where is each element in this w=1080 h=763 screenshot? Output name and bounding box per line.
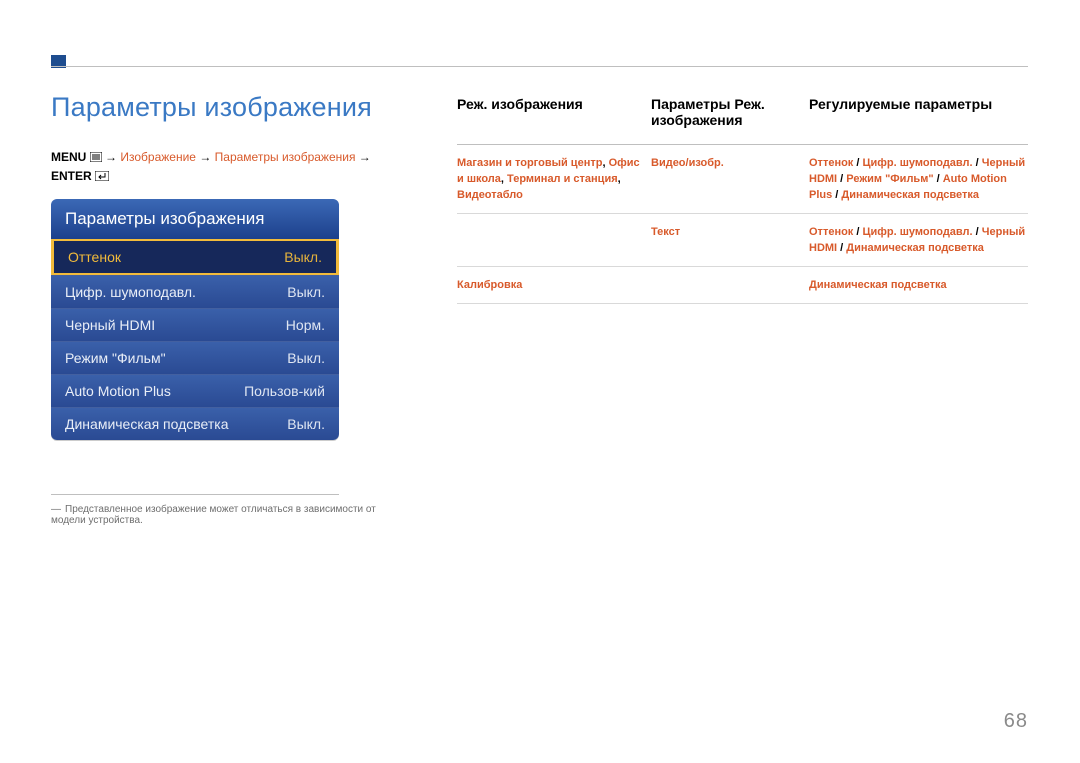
- footnote-dash: ―: [51, 504, 61, 515]
- osd-row-value: Выкл.: [287, 416, 325, 432]
- osd-header: Параметры изображения: [51, 199, 339, 239]
- footnote-rule: [51, 494, 339, 495]
- osd-row[interactable]: Цифр. шумоподавл. Выкл.: [51, 275, 339, 308]
- osd-row-value: Пользов-кий: [244, 383, 325, 399]
- osd-row-value: Норм.: [286, 317, 325, 333]
- header-rule: [51, 66, 1028, 67]
- table-cell-mode: Калибровка: [457, 277, 651, 293]
- osd-row[interactable]: Оттенок Выкл.: [51, 239, 339, 275]
- table-header-adjustable: Регулируемые параметры: [809, 96, 1028, 128]
- osd-row-label: Auto Motion Plus: [65, 383, 171, 399]
- table-cell-submode: [651, 277, 809, 293]
- breadcrumb-menu: MENU: [51, 150, 86, 164]
- osd-row-label: Динамическая подсветка: [65, 416, 229, 432]
- osd-row-label: Режим "Фильм": [65, 350, 166, 366]
- breadcrumb-seg1: Изображение: [120, 150, 196, 164]
- table-header-submode: Параметры Реж. изображения: [651, 96, 809, 128]
- breadcrumb-arrow: →: [199, 150, 214, 164]
- osd-row[interactable]: Режим "Фильм" Выкл.: [51, 341, 339, 374]
- osd-panel: Параметры изображения ОттенокВыкл.Цифр. …: [51, 199, 339, 440]
- osd-row-label: Оттенок: [68, 249, 121, 265]
- enter-icon: [95, 168, 109, 186]
- page-number: 68: [1004, 710, 1028, 733]
- table-cell-adjustable: Оттенок / Цифр. шумоподавл. / Черный HDM…: [809, 224, 1028, 256]
- breadcrumb-arrow: →: [359, 150, 371, 164]
- table-header-mode: Реж. изображения: [457, 96, 651, 128]
- osd-row[interactable]: Auto Motion Plus Пользов-кий: [51, 374, 339, 407]
- table-cell-submode: Видео/изобр.: [651, 155, 809, 203]
- table-cell-mode: [457, 224, 651, 256]
- osd-row[interactable]: Черный HDMI Норм.: [51, 308, 339, 341]
- page-title: Параметры изображения: [51, 92, 372, 123]
- osd-row-label: Черный HDMI: [65, 317, 155, 333]
- table-row: ТекстОттенок / Цифр. шумоподавл. / Черны…: [457, 214, 1028, 267]
- parameters-table: Реж. изображения Параметры Реж. изображе…: [457, 96, 1028, 304]
- table-cell-adjustable: Оттенок / Цифр. шумоподавл. / Черный HDM…: [809, 155, 1028, 203]
- breadcrumb-arrow: →: [105, 150, 120, 164]
- table-cell-adjustable: Динамическая подсветка: [809, 277, 1028, 293]
- menu-icon: [90, 149, 102, 167]
- table-row: Магазин и торговый центр, Офис и школа, …: [457, 145, 1028, 214]
- breadcrumb-enter: ENTER: [51, 169, 92, 183]
- table-header-row: Реж. изображения Параметры Реж. изображе…: [457, 96, 1028, 145]
- breadcrumb-seg2: Параметры изображения: [215, 150, 356, 164]
- breadcrumb: MENU → Изображение → Параметры изображен…: [51, 148, 371, 186]
- table-row: Калибровка Динамическая подсветка: [457, 267, 1028, 304]
- osd-row-label: Цифр. шумоподавл.: [65, 284, 196, 300]
- footnote: ―Представленное изображение может отлича…: [51, 504, 401, 526]
- table-cell-mode: Магазин и торговый центр, Офис и школа, …: [457, 155, 651, 203]
- osd-row[interactable]: Динамическая подсветка Выкл.: [51, 407, 339, 440]
- osd-row-value: Выкл.: [284, 249, 322, 265]
- table-cell-submode: Текст: [651, 224, 809, 256]
- footnote-text: Представленное изображение может отличат…: [51, 504, 376, 526]
- osd-row-value: Выкл.: [287, 350, 325, 366]
- osd-row-value: Выкл.: [287, 284, 325, 300]
